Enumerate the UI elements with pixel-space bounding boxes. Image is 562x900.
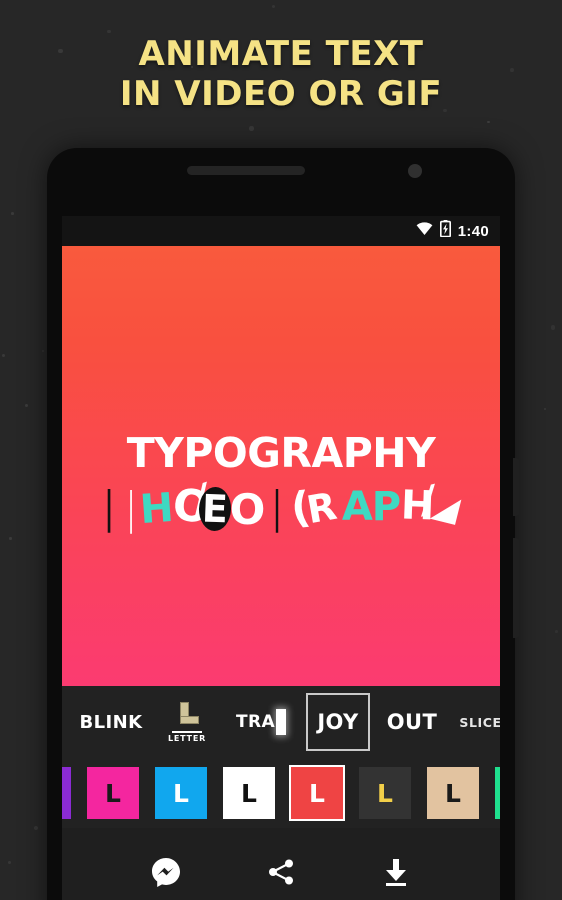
background-dot bbox=[249, 126, 254, 131]
color-swatch-blue[interactable]: L bbox=[155, 767, 207, 819]
effect-item-letter[interactable]: LETTER bbox=[152, 701, 222, 743]
volume-button[interactable] bbox=[513, 458, 519, 516]
headline-line-1: ANIMATE TEXT bbox=[138, 34, 424, 74]
phone-screen: 1:40 TYPOGRAPHY ||HO⁄EO|(RAPH⁄◢ BLINK LE… bbox=[62, 216, 500, 900]
effect-item-joy[interactable]: JOY bbox=[306, 693, 370, 751]
headline-line-2: IN VIDEO OR GIF bbox=[119, 74, 443, 114]
background-dot bbox=[271, 4, 275, 8]
effect-label-blink: BLINK bbox=[79, 711, 143, 733]
background-dot bbox=[34, 826, 39, 831]
background-dot bbox=[107, 29, 111, 34]
glitch-letter: | bbox=[273, 482, 282, 533]
background-dot bbox=[10, 212, 14, 216]
color-swatch-tan[interactable]: L bbox=[427, 767, 479, 819]
swatch-wrapper-red: L bbox=[283, 767, 351, 819]
swatch-wrapper-magenta: L bbox=[79, 767, 147, 819]
effect-label-out: OUT bbox=[386, 710, 438, 734]
swatch-wrapper-tan: L bbox=[419, 767, 487, 819]
background-dot bbox=[555, 629, 558, 633]
color-swatch-row[interactable]: LLLLLL bbox=[62, 758, 500, 828]
glitch-letter: H bbox=[138, 484, 176, 534]
effect-label-letter: LETTER bbox=[167, 733, 207, 743]
effect-item-out[interactable]: OUT bbox=[378, 710, 446, 734]
glitch-letter: E bbox=[197, 486, 232, 532]
color-swatch-dark[interactable]: L bbox=[359, 767, 411, 819]
promo-headline: ANIMATE TEXT IN VIDEO OR GIF bbox=[0, 34, 562, 114]
download-icon[interactable] bbox=[376, 852, 416, 892]
swatch-wrapper-dark: L bbox=[351, 767, 419, 819]
preview-animated-text: ||HO⁄EO|(RAPH⁄◢ bbox=[62, 478, 500, 540]
background-dot bbox=[9, 537, 12, 540]
glitch-letter: A bbox=[341, 484, 373, 530]
color-swatch-purple[interactable] bbox=[62, 767, 71, 819]
color-swatch-green[interactable] bbox=[495, 767, 500, 819]
swatch-wrapper-white: L bbox=[215, 767, 283, 819]
swatch-wrapper-blue: L bbox=[147, 767, 215, 819]
power-button[interactable] bbox=[513, 538, 519, 638]
action-bar[interactable] bbox=[62, 828, 500, 900]
background-dot bbox=[543, 407, 547, 411]
text-cursor-icon bbox=[276, 709, 287, 735]
background-dot bbox=[41, 349, 45, 353]
swatch-wrapper-purple bbox=[62, 767, 79, 819]
wifi-icon bbox=[416, 222, 433, 240]
ruler-l-icon bbox=[174, 701, 200, 728]
effect-item-tra[interactable]: TRA bbox=[224, 709, 298, 735]
effect-label-sliced: SLICED bbox=[459, 714, 500, 730]
effect-item-sliced[interactable]: SLICED bbox=[448, 715, 500, 730]
color-swatch-red[interactable]: L bbox=[291, 767, 343, 819]
phone-mockup: 1:40 TYPOGRAPHY ||HO⁄EO|(RAPH⁄◢ BLINK LE… bbox=[47, 148, 519, 900]
glitch-letter: O bbox=[229, 485, 266, 534]
letter-underline bbox=[172, 730, 202, 733]
glitch-letter: | bbox=[128, 483, 134, 534]
background-dot bbox=[2, 353, 6, 357]
front-camera-icon bbox=[408, 164, 422, 178]
share-icon[interactable] bbox=[261, 852, 301, 892]
status-bar-clock: 1:40 bbox=[457, 222, 489, 240]
background-dot bbox=[25, 403, 29, 407]
battery-charging-icon bbox=[439, 220, 451, 242]
status-bar: 1:40 bbox=[62, 216, 500, 246]
text-preview-canvas[interactable]: TYPOGRAPHY ||HO⁄EO|(RAPH⁄◢ bbox=[62, 246, 500, 686]
effect-label-tra: TRA bbox=[235, 712, 276, 732]
glitch-letter: | bbox=[104, 482, 114, 533]
background-dot bbox=[551, 325, 556, 330]
effects-toolbar[interactable]: BLINK LETTER TRA JOY OUT SLICE bbox=[62, 686, 500, 758]
color-swatch-magenta[interactable]: L bbox=[87, 767, 139, 819]
background-dot bbox=[487, 120, 490, 124]
swatch-wrapper-green bbox=[487, 767, 500, 819]
messenger-icon[interactable] bbox=[146, 852, 186, 892]
glitch-letter: P bbox=[371, 484, 402, 530]
effect-item-blink[interactable]: BLINK bbox=[72, 712, 150, 733]
color-swatch-white[interactable]: L bbox=[223, 767, 275, 819]
background-dot bbox=[8, 861, 12, 865]
preview-title: TYPOGRAPHY bbox=[126, 429, 436, 477]
earpiece-speaker-icon bbox=[187, 166, 305, 175]
effect-label-joy: JOY bbox=[317, 710, 359, 734]
